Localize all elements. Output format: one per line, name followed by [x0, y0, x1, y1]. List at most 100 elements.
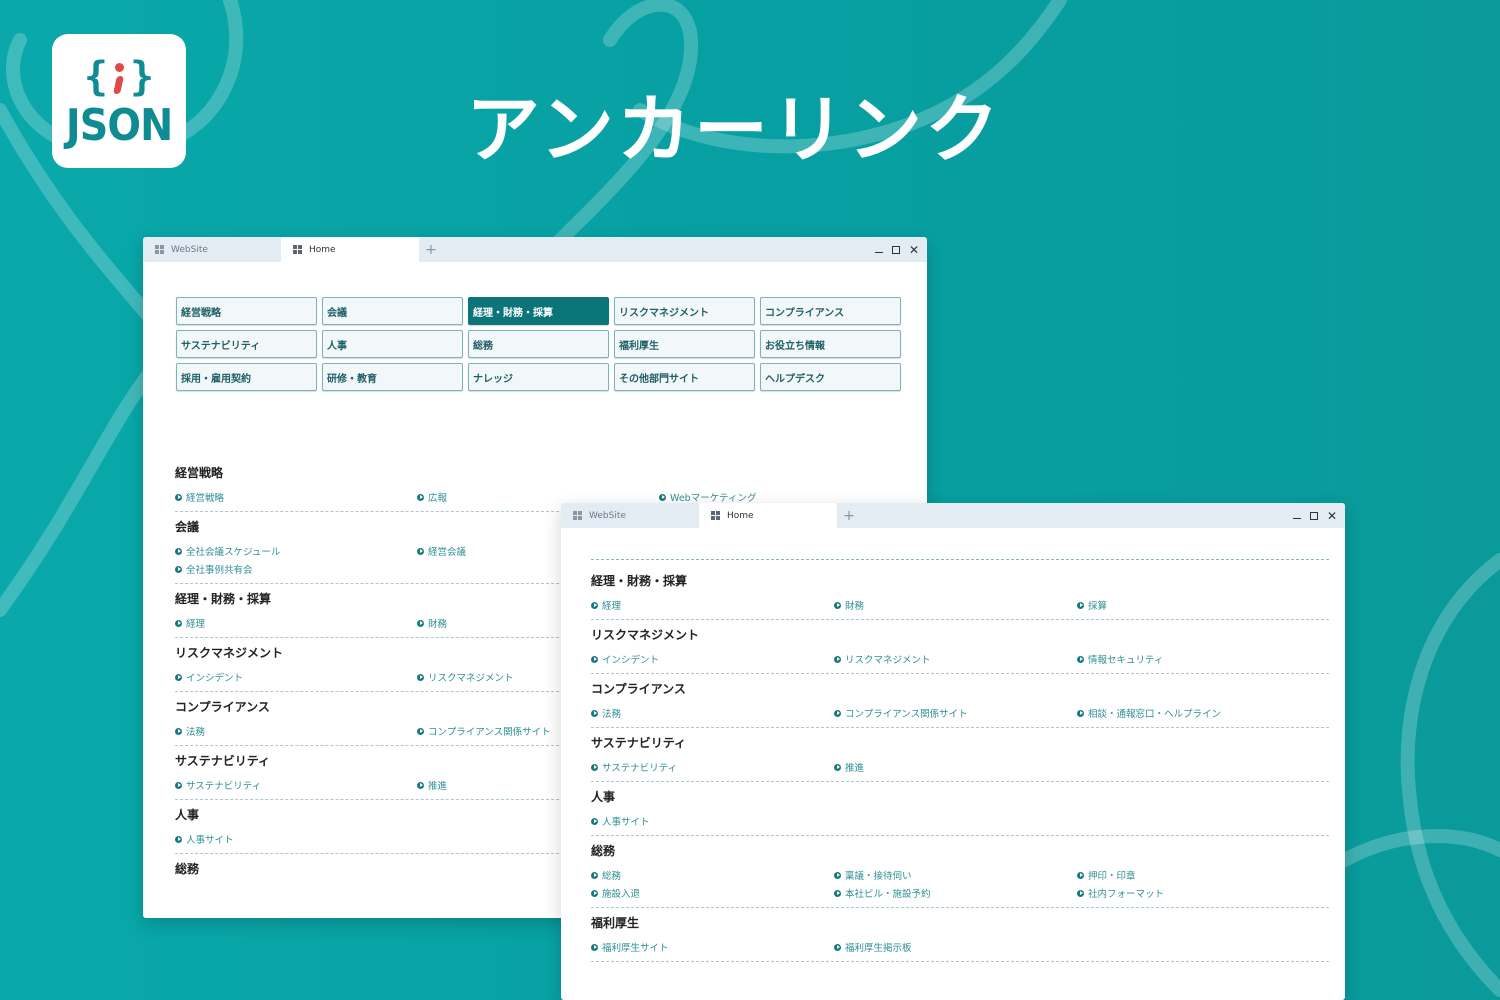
logo-text: JSON [65, 100, 173, 151]
nav-button[interactable]: コンプライアンス [760, 297, 901, 325]
arrow-circle-icon [175, 781, 182, 789]
arrow-circle-icon [1077, 601, 1084, 609]
anchor-link[interactable]: 福利厚生サイト [591, 940, 834, 954]
arrow-circle-icon [659, 493, 666, 501]
tab-website[interactable]: WebSite [561, 503, 699, 528]
link-label: 採算 [1088, 601, 1108, 612]
maximize-icon[interactable] [1309, 511, 1318, 520]
window-controls: ✕ [874, 237, 919, 262]
anchor-link[interactable]: 本社ビル・施設予約 [834, 886, 1077, 900]
nav-button[interactable]: リスクマネジメント [614, 297, 755, 325]
arrow-circle-icon [175, 493, 182, 501]
nav-button[interactable]: ヘルプデスク [760, 363, 901, 391]
anchor-link[interactable]: 福利厚生掲示板 [834, 940, 1077, 954]
tab-label: Home [727, 510, 754, 521]
arrow-circle-icon [1077, 871, 1084, 879]
link-label: コンプライアンス関係サイト [428, 727, 551, 738]
arrow-circle-icon [1077, 655, 1084, 663]
anchor-link[interactable]: コンプライアンス関係サイト [834, 706, 1077, 720]
anchor-link[interactable]: 推進 [834, 760, 1077, 774]
nav-button[interactable]: 総務 [468, 330, 609, 358]
anchor-link[interactable]: インシデント [591, 652, 834, 666]
arrow-circle-icon [175, 727, 182, 735]
brace-left: { [83, 54, 108, 100]
new-tab-button[interactable]: + [419, 237, 443, 262]
anchor-link[interactable]: サステナビリティ [175, 778, 417, 792]
close-icon[interactable]: ✕ [909, 244, 919, 256]
nav-button[interactable]: 福利厚生 [614, 330, 755, 358]
nav-button[interactable]: 会議 [322, 297, 463, 325]
link-label: 経営戦略 [186, 493, 225, 504]
section-heading: 福利厚生 [591, 916, 640, 930]
link-label: コンプライアンス関係サイト [845, 709, 968, 720]
link-list: 経営戦略 広報 Webマーケティング [175, 490, 895, 504]
anchor-link[interactable]: 情報セキュリティ [1077, 652, 1320, 666]
nav-button[interactable]: 採用・雇用契約 [176, 363, 317, 391]
maximize-icon[interactable] [891, 245, 900, 254]
arrow-circle-icon [591, 655, 598, 663]
anchor-link[interactable]: 総務 [591, 868, 834, 882]
anchor-link[interactable]: Webマーケティング [659, 490, 901, 504]
anchor-link[interactable]: 財務 [834, 598, 1077, 612]
nav-button[interactable]: ナレッジ [468, 363, 609, 391]
anchor-section: 福利厚生福利厚生サイト 福利厚生掲示板 [591, 908, 1329, 962]
close-icon[interactable]: ✕ [1327, 510, 1337, 522]
nav-button[interactable]: 研修・教育 [322, 363, 463, 391]
section-heading: 人事 [591, 790, 616, 804]
anchor-link[interactable]: 経理 [175, 616, 417, 630]
link-list: サステナビリティ 推進 [591, 760, 1329, 774]
anchor-link[interactable]: 施設入退 [591, 886, 834, 900]
arrow-circle-icon [417, 673, 424, 681]
anchor-link[interactable]: 法務 [175, 724, 417, 738]
braces-icon: { } [84, 54, 154, 100]
new-tab-button[interactable]: + [837, 503, 861, 528]
anchor-link[interactable]: インシデント [175, 670, 417, 684]
anchor-link[interactable]: 全社会議スケジュール [175, 544, 417, 558]
arrow-circle-icon [834, 871, 841, 879]
tab-home[interactable]: Home [699, 503, 837, 528]
arrow-circle-icon [175, 673, 182, 681]
anchor-link[interactable]: 法務 [591, 706, 834, 720]
anchor-section: コンプライアンス 法務 コンプライアンス関係サイト 相談・通報窓口・ヘルプライン [591, 674, 1329, 728]
arrow-circle-icon [175, 835, 182, 843]
anchor-link[interactable]: サステナビリティ [591, 760, 834, 774]
tab-grid-icon [155, 245, 164, 254]
brace-right: } [130, 54, 155, 100]
section-heading: リスクマネジメント [591, 628, 700, 642]
nav-button[interactable]: サステナビリティ [176, 330, 317, 358]
link-label: リスクマネジメント [845, 655, 931, 666]
nav-button[interactable]: 人事 [322, 330, 463, 358]
minimize-icon[interactable] [1292, 518, 1301, 519]
link-label: 法務 [186, 727, 206, 738]
nav-button[interactable]: 経営戦略 [176, 297, 317, 325]
anchor-link[interactable]: リスクマネジメント [834, 652, 1077, 666]
link-list: 福利厚生サイト 福利厚生掲示板 [591, 940, 1329, 954]
anchor-link[interactable]: 経営戦略 [175, 490, 417, 504]
anchor-link[interactable]: 稟議・接待伺い [834, 868, 1077, 882]
tab-label: WebSite [589, 510, 626, 521]
anchor-link[interactable]: 経理 [591, 598, 834, 612]
nav-button[interactable]: その他部門サイト [614, 363, 755, 391]
nav-button[interactable]: お役立ち情報 [760, 330, 901, 358]
anchor-link[interactable]: 全社事例共有会 [175, 562, 417, 576]
anchor-link[interactable]: 広報 [417, 490, 659, 504]
anchor-link[interactable]: 採算 [1077, 598, 1320, 612]
nav-button-active[interactable]: 経理・財務・採算 [468, 297, 609, 325]
anchor-link[interactable]: 人事サイト [175, 832, 417, 846]
arrow-circle-icon [175, 619, 182, 627]
arrow-circle-icon [834, 655, 841, 663]
anchor-link[interactable]: 社内フォーマット [1077, 886, 1320, 900]
tab-website[interactable]: WebSite [143, 237, 281, 262]
divider [591, 559, 1329, 560]
arrow-circle-icon [591, 889, 598, 897]
link-label: 福利厚生掲示板 [845, 943, 912, 954]
tab-home[interactable]: Home [281, 237, 419, 262]
page-title: アンカーリンク [466, 87, 1003, 173]
minimize-icon[interactable] [874, 252, 883, 253]
anchor-link[interactable]: 押印・印章 [1077, 868, 1320, 882]
anchor-link[interactable]: 相談・通報窓口・ヘルプライン [1077, 706, 1320, 720]
section-heading: 総務 [591, 844, 616, 858]
link-label: リスクマネジメント [428, 673, 514, 684]
anchor-link[interactable]: 人事サイト [591, 814, 834, 828]
link-label: サステナビリティ [602, 763, 678, 774]
